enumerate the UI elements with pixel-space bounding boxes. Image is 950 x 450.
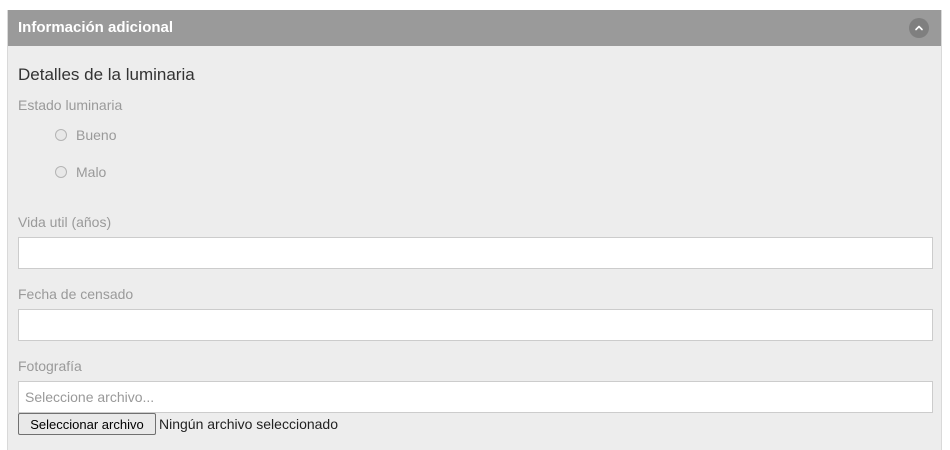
fotografia-file-input[interactable] [18,381,933,413]
file-status-text: Ningún archivo seleccionado [159,416,338,432]
estado-luminaria-label: Estado luminaria [18,97,123,113]
section-title: Detalles de la luminaria [18,65,195,84]
radio-button-malo[interactable] [55,166,67,178]
panel-title: Información adicional [18,19,174,36]
chevron-up-icon [915,25,923,31]
panel-header[interactable]: Información adicional [8,10,941,46]
fecha-censado-input[interactable] [18,309,933,341]
additional-info-panel: Información adicional Detalles de la lum… [7,10,942,450]
fotografia-label: Fotografía [18,358,82,374]
radio-label-malo[interactable]: Malo [76,164,106,180]
vida-util-input[interactable] [18,237,933,269]
radio-button-bueno[interactable] [55,129,67,141]
vida-util-label: Vida util (años) [18,214,112,230]
select-file-button[interactable]: Seleccionar archivo [18,413,156,435]
radio-label-bueno[interactable]: Bueno [76,127,116,143]
collapse-button[interactable] [909,18,929,38]
fecha-censado-label: Fecha de censado [18,286,134,302]
